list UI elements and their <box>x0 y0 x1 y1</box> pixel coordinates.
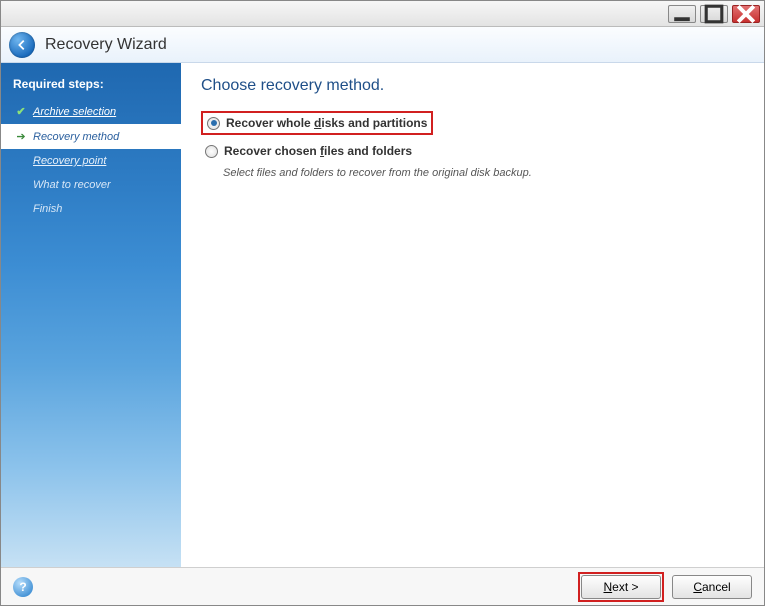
sidebar-step-label: What to recover <box>33 179 111 191</box>
help-icon[interactable]: ? <box>13 577 33 597</box>
option-recover-files-description: Select files and folders to recover from… <box>223 167 744 179</box>
cancel-button-frame: Cancel <box>672 575 752 599</box>
cancel-button[interactable]: Cancel <box>672 575 752 599</box>
next-button-frame: Next > <box>578 572 664 602</box>
arrow-right-icon: ➔ <box>15 130 27 143</box>
header: Recovery Wizard <box>1 27 764 63</box>
maximize-button[interactable] <box>700 5 728 23</box>
sidebar: Required steps: ✔ Archive selection ➔ Re… <box>1 63 181 567</box>
sidebar-step-recovery-method[interactable]: ➔ Recovery method <box>1 124 181 149</box>
option-recover-files[interactable]: Recover chosen files and folders <box>201 141 744 161</box>
titlebar <box>1 1 764 27</box>
check-icon: ✔ <box>15 105 27 118</box>
sidebar-step-what-to-recover[interactable]: What to recover <box>1 173 181 197</box>
sidebar-heading: Required steps: <box>1 73 181 99</box>
sidebar-step-label: Recovery method <box>33 131 119 143</box>
option-recover-files-label: Recover chosen files and folders <box>224 144 412 158</box>
sidebar-step-finish[interactable]: Finish <box>1 197 181 221</box>
sidebar-step-label: Archive selection <box>33 106 116 118</box>
radio-recover-disks[interactable] <box>207 117 220 130</box>
sidebar-step-label: Recovery point <box>33 155 106 167</box>
option-recover-disks[interactable]: Recover whole disks and partitions <box>201 111 433 135</box>
option-recover-disks-label: Recover whole disks and partitions <box>226 116 427 130</box>
back-icon[interactable] <box>9 32 35 58</box>
radio-recover-files[interactable] <box>205 145 218 158</box>
main-panel: Choose recovery method. Recover whole di… <box>181 63 764 567</box>
window-title: Recovery Wizard <box>45 36 167 54</box>
main-heading: Choose recovery method. <box>201 77 744 95</box>
close-button[interactable] <box>732 5 760 23</box>
sidebar-step-label: Finish <box>33 203 62 215</box>
next-button[interactable]: Next > <box>581 575 661 599</box>
footer: ? Next > Cancel <box>1 567 764 605</box>
sidebar-step-archive-selection[interactable]: ✔ Archive selection <box>1 99 181 124</box>
sidebar-step-recovery-point[interactable]: Recovery point <box>1 149 181 173</box>
minimize-button[interactable] <box>668 5 696 23</box>
